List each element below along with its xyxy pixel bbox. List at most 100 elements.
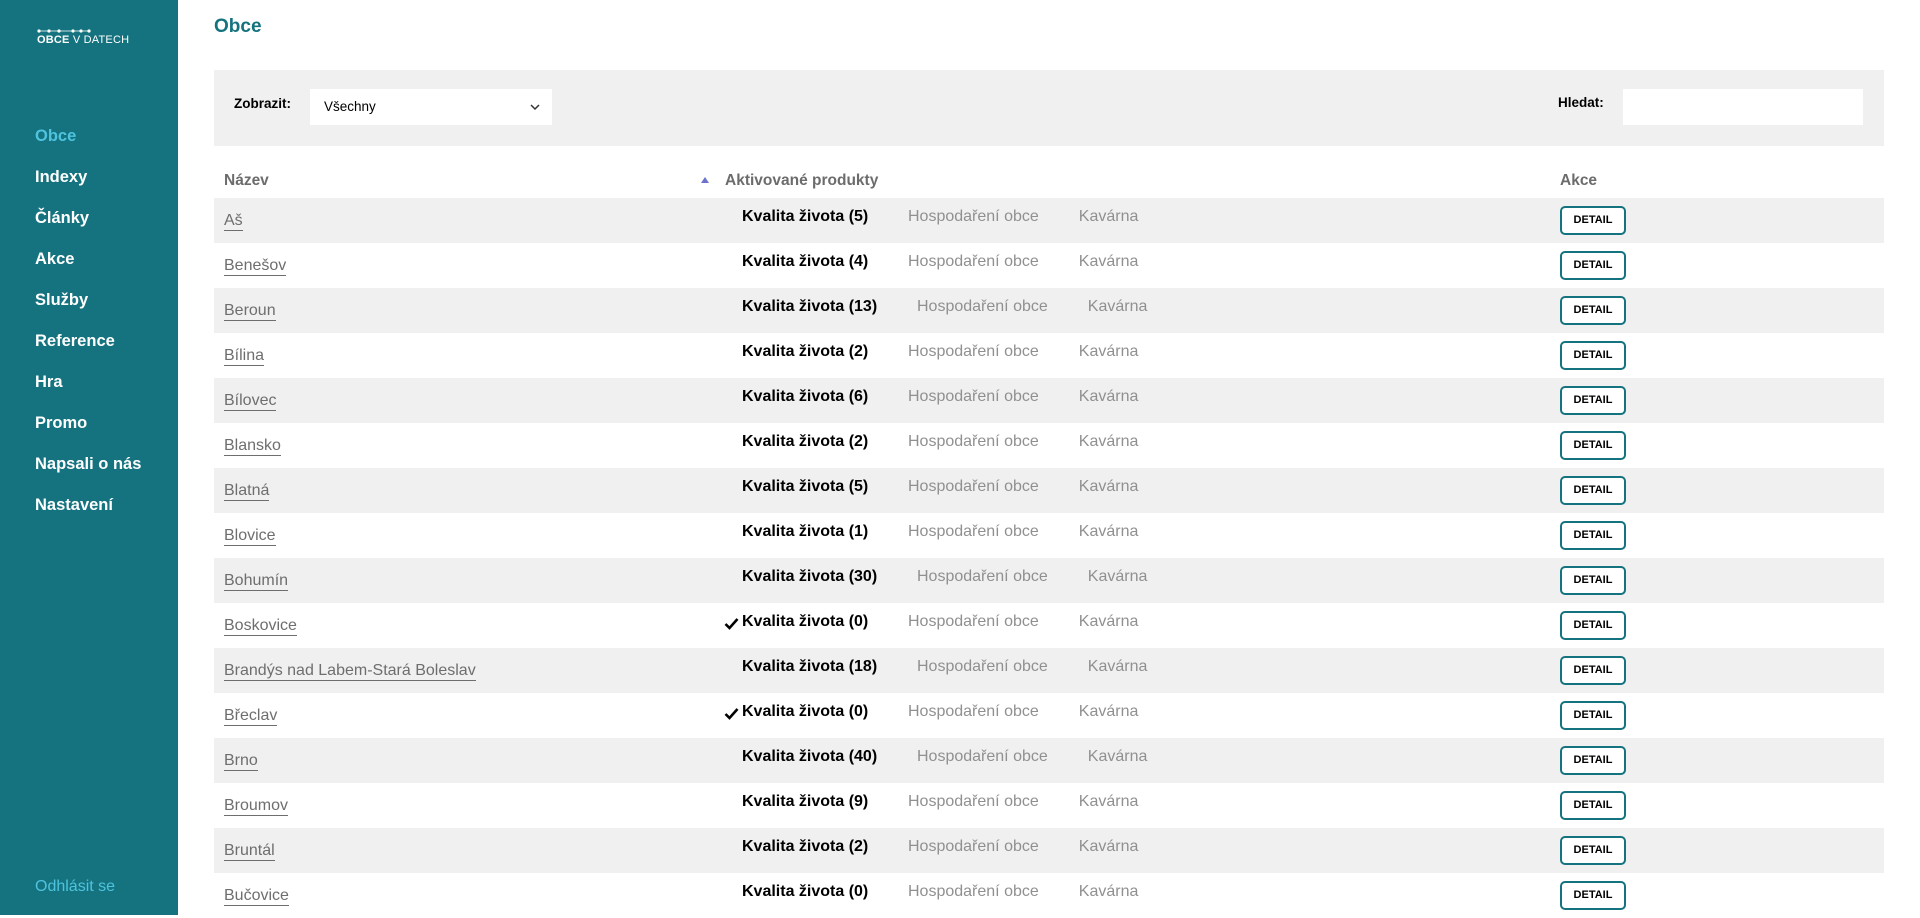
finance-product: Hospodaření obce [908,883,1039,900]
search-input[interactable] [1623,89,1863,125]
logo[interactable]: OBCE V DATECH [37,26,137,50]
table-row: Blatná Kvalita života (5) Hospodaření obce… [214,468,1884,513]
filter-label: Zobrazit: [234,96,291,111]
detail-button[interactable]: DETAIL [1560,206,1626,235]
city-link[interactable]: Broumov [224,797,289,816]
quality-of-life-product: Kvalita života (2) [742,433,869,450]
sidebar-item-7[interactable]: Promo [35,411,141,452]
detail-button[interactable]: DETAIL [1560,881,1626,910]
finance-product: Hospodaření obce [917,658,1048,675]
cafe-product: Kavárna [1078,703,1139,720]
sidebar-item-6[interactable]: Hra [35,370,141,411]
quality-of-life-product: Kvalita života (2) [742,343,869,360]
municipalities-table: Název Aktivované produkty Akce Aš Kvalita… [214,168,1884,918]
city-link[interactable]: Bílovec [224,392,277,411]
cafe-product: Kavárna [1078,838,1139,855]
detail-button[interactable]: DETAIL [1560,836,1626,865]
cafe-product: Kavárna [1087,568,1148,585]
other-products: Hospodaření obce Kavárna [908,388,1178,406]
sidebar-item-2[interactable]: Články [35,206,141,247]
table-body: Aš Kvalita života (5) Hospodaření obce Kavá… [214,198,1884,918]
filter-select[interactable]: Všechny [310,89,552,125]
other-products: Hospodaření obce Kavárna [908,703,1178,721]
table-row: Bohumín Kvalita života (30) Hospodaření ob… [214,558,1884,603]
logout-link[interactable]: Odhlásit se [35,878,115,896]
city-link[interactable]: Bučovice [224,887,289,906]
sidebar: OBCE V DATECH Obce Indexy Články Akce Služby… [0,0,178,915]
city-link[interactable]: Boskovice [224,617,297,636]
city-link[interactable]: Břeclav [224,707,278,726]
table-row: Bruntál Kvalita života (2) Hospodaření obc… [214,828,1884,873]
city-link[interactable]: Aš [224,212,243,231]
city-link[interactable]: Brno [224,752,258,771]
sidebar-item-8[interactable]: Napsali o nás [35,452,141,493]
detail-button[interactable]: DETAIL [1560,611,1626,640]
finance-product: Hospodaření obce [908,208,1039,225]
filter-select-value: Všechny [324,99,376,114]
check-icon [724,708,739,720]
city-link[interactable]: Blansko [224,437,281,456]
sidebar-item-1[interactable]: Indexy [35,165,141,206]
detail-button[interactable]: DETAIL [1560,476,1626,505]
cafe-product: Kavárna [1078,883,1139,900]
search-label: Hledat: [1558,95,1604,110]
other-products: Hospodaření obce Kavárna [917,748,1187,766]
cafe-product: Kavárna [1087,658,1148,675]
sidebar-item-9[interactable]: Nastavení [35,493,141,534]
other-products: Hospodaření obce Kavárna [908,613,1178,631]
other-products: Hospodaření obce Kavárna [908,523,1178,541]
header-name[interactable]: Název [224,172,269,190]
detail-button[interactable]: DETAIL [1560,521,1626,550]
detail-button[interactable]: DETAIL [1560,386,1626,415]
city-link[interactable]: Blovice [224,527,276,546]
table-row: Brandýs nad Labem-Stará Boleslav Kvalita … [214,648,1884,693]
cafe-product: Kavárna [1078,523,1139,540]
other-products: Hospodaření obce Kavárna [908,478,1178,496]
detail-button[interactable]: DETAIL [1560,341,1626,370]
city-link[interactable]: Benešov [224,257,287,276]
table-row: Bílina Kvalita života (2) Hospodaření obce… [214,333,1884,378]
quality-of-life-product: Kvalita života (0) [742,613,869,630]
cafe-product: Kavárna [1078,793,1139,810]
city-link[interactable]: Blatná [224,482,270,501]
finance-product: Hospodaření obce [908,388,1039,405]
header-actions: Akce [1560,172,1598,189]
table-row: Břeclav Kvalita života (0) Hospodaření obc… [214,693,1884,738]
detail-button[interactable]: DETAIL [1560,296,1626,325]
city-link[interactable]: Brandýs nad Labem-Stará Boleslav [224,662,476,681]
detail-button[interactable]: DETAIL [1560,656,1626,685]
sidebar-nav: Obce Indexy Články Akce Služby Reference Hra Pr… [35,124,141,534]
check-icon [724,618,739,630]
detail-button[interactable]: DETAIL [1560,251,1626,280]
table-header: Název Aktivované produkty Akce [214,168,1884,198]
other-products: Hospodaření obce Kavárna [908,838,1178,856]
quality-of-life-product: Kvalita života (40) [742,748,878,765]
sidebar-item-5[interactable]: Reference [35,329,141,370]
finance-product: Hospodaření obce [908,478,1039,495]
city-link[interactable]: Bohumín [224,572,289,591]
finance-product: Hospodaření obce [908,343,1039,360]
detail-button[interactable]: DETAIL [1560,791,1626,820]
finance-product: Hospodaření obce [908,433,1039,450]
sidebar-item-4[interactable]: Služby [35,288,141,329]
logo-text: OBCE V DATECH [37,34,130,46]
table-row: Blovice Kvalita života (1) Hospodaření obc… [214,513,1884,558]
city-link[interactable]: Beroun [224,302,276,321]
detail-button[interactable]: DETAIL [1560,701,1626,730]
detail-button[interactable]: DETAIL [1560,746,1626,775]
other-products: Hospodaření obce Kavárna [908,343,1178,361]
table-row: Aš Kvalita života (5) Hospodaření obce Kavá… [214,198,1884,243]
finance-product: Hospodaření obce [908,613,1039,630]
quality-of-life-product: Kvalita života (1) [742,523,869,540]
table-row: Bílovec Kvalita života (6) Hospodaření obc… [214,378,1884,423]
finance-product: Hospodaření obce [917,568,1048,585]
sidebar-item-3[interactable]: Akce [35,247,141,288]
city-link[interactable]: Bílina [224,347,265,366]
detail-button[interactable]: DETAIL [1560,566,1626,595]
detail-button[interactable]: DETAIL [1560,431,1626,460]
city-link[interactable]: Bruntál [224,842,275,861]
quality-of-life-product: Kvalita života (9) [742,793,869,810]
sidebar-item-0[interactable]: Obce [35,124,141,165]
table-row: Blansko Kvalita života (2) Hospodaření obc… [214,423,1884,468]
sort-asc-icon[interactable] [700,176,710,184]
